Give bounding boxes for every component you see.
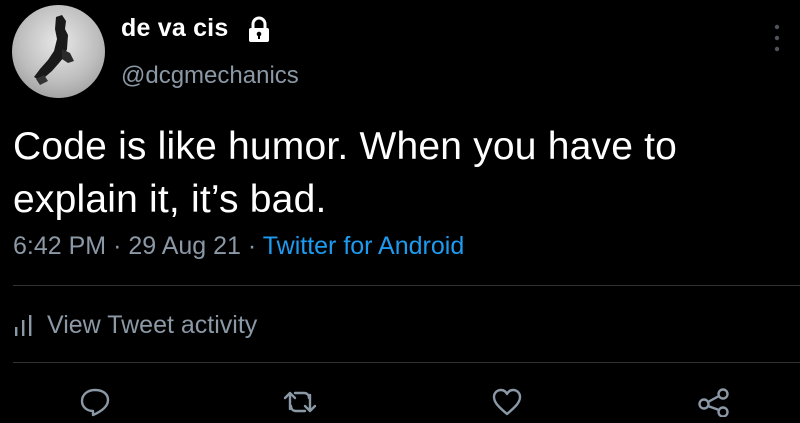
meta-separator: · [113, 232, 122, 260]
reply-icon[interactable] [78, 387, 112, 417]
bar-chart-icon [15, 315, 32, 336]
view-tweet-activity-label: View Tweet activity [47, 310, 258, 339]
divider [13, 285, 800, 286]
more-icon[interactable] [772, 22, 782, 54]
lock-icon [249, 16, 269, 42]
tweet-text: Code is like humor. When you have to exp… [13, 125, 678, 221]
view-tweet-activity-button[interactable]: View Tweet activity [13, 310, 257, 340]
tweet-meta: 6:42 PM · 29 Aug 21 · Twitter for Androi… [13, 232, 464, 261]
avatar-figure-image [34, 15, 74, 85]
tweet-time[interactable]: 6:42 PM [13, 232, 106, 260]
avatar[interactable] [12, 5, 105, 98]
retweet-icon[interactable] [283, 387, 317, 417]
tweet-source-link[interactable]: Twitter for Android [263, 232, 464, 260]
share-icon[interactable] [697, 387, 731, 417]
like-icon[interactable] [490, 387, 524, 417]
divider [13, 362, 800, 363]
tweet-date[interactable]: 29 Aug 21 [128, 232, 241, 260]
display-name[interactable]: de va cis [121, 14, 228, 43]
meta-separator: · [247, 232, 257, 260]
user-handle[interactable]: @dcgmechanics [121, 62, 299, 90]
